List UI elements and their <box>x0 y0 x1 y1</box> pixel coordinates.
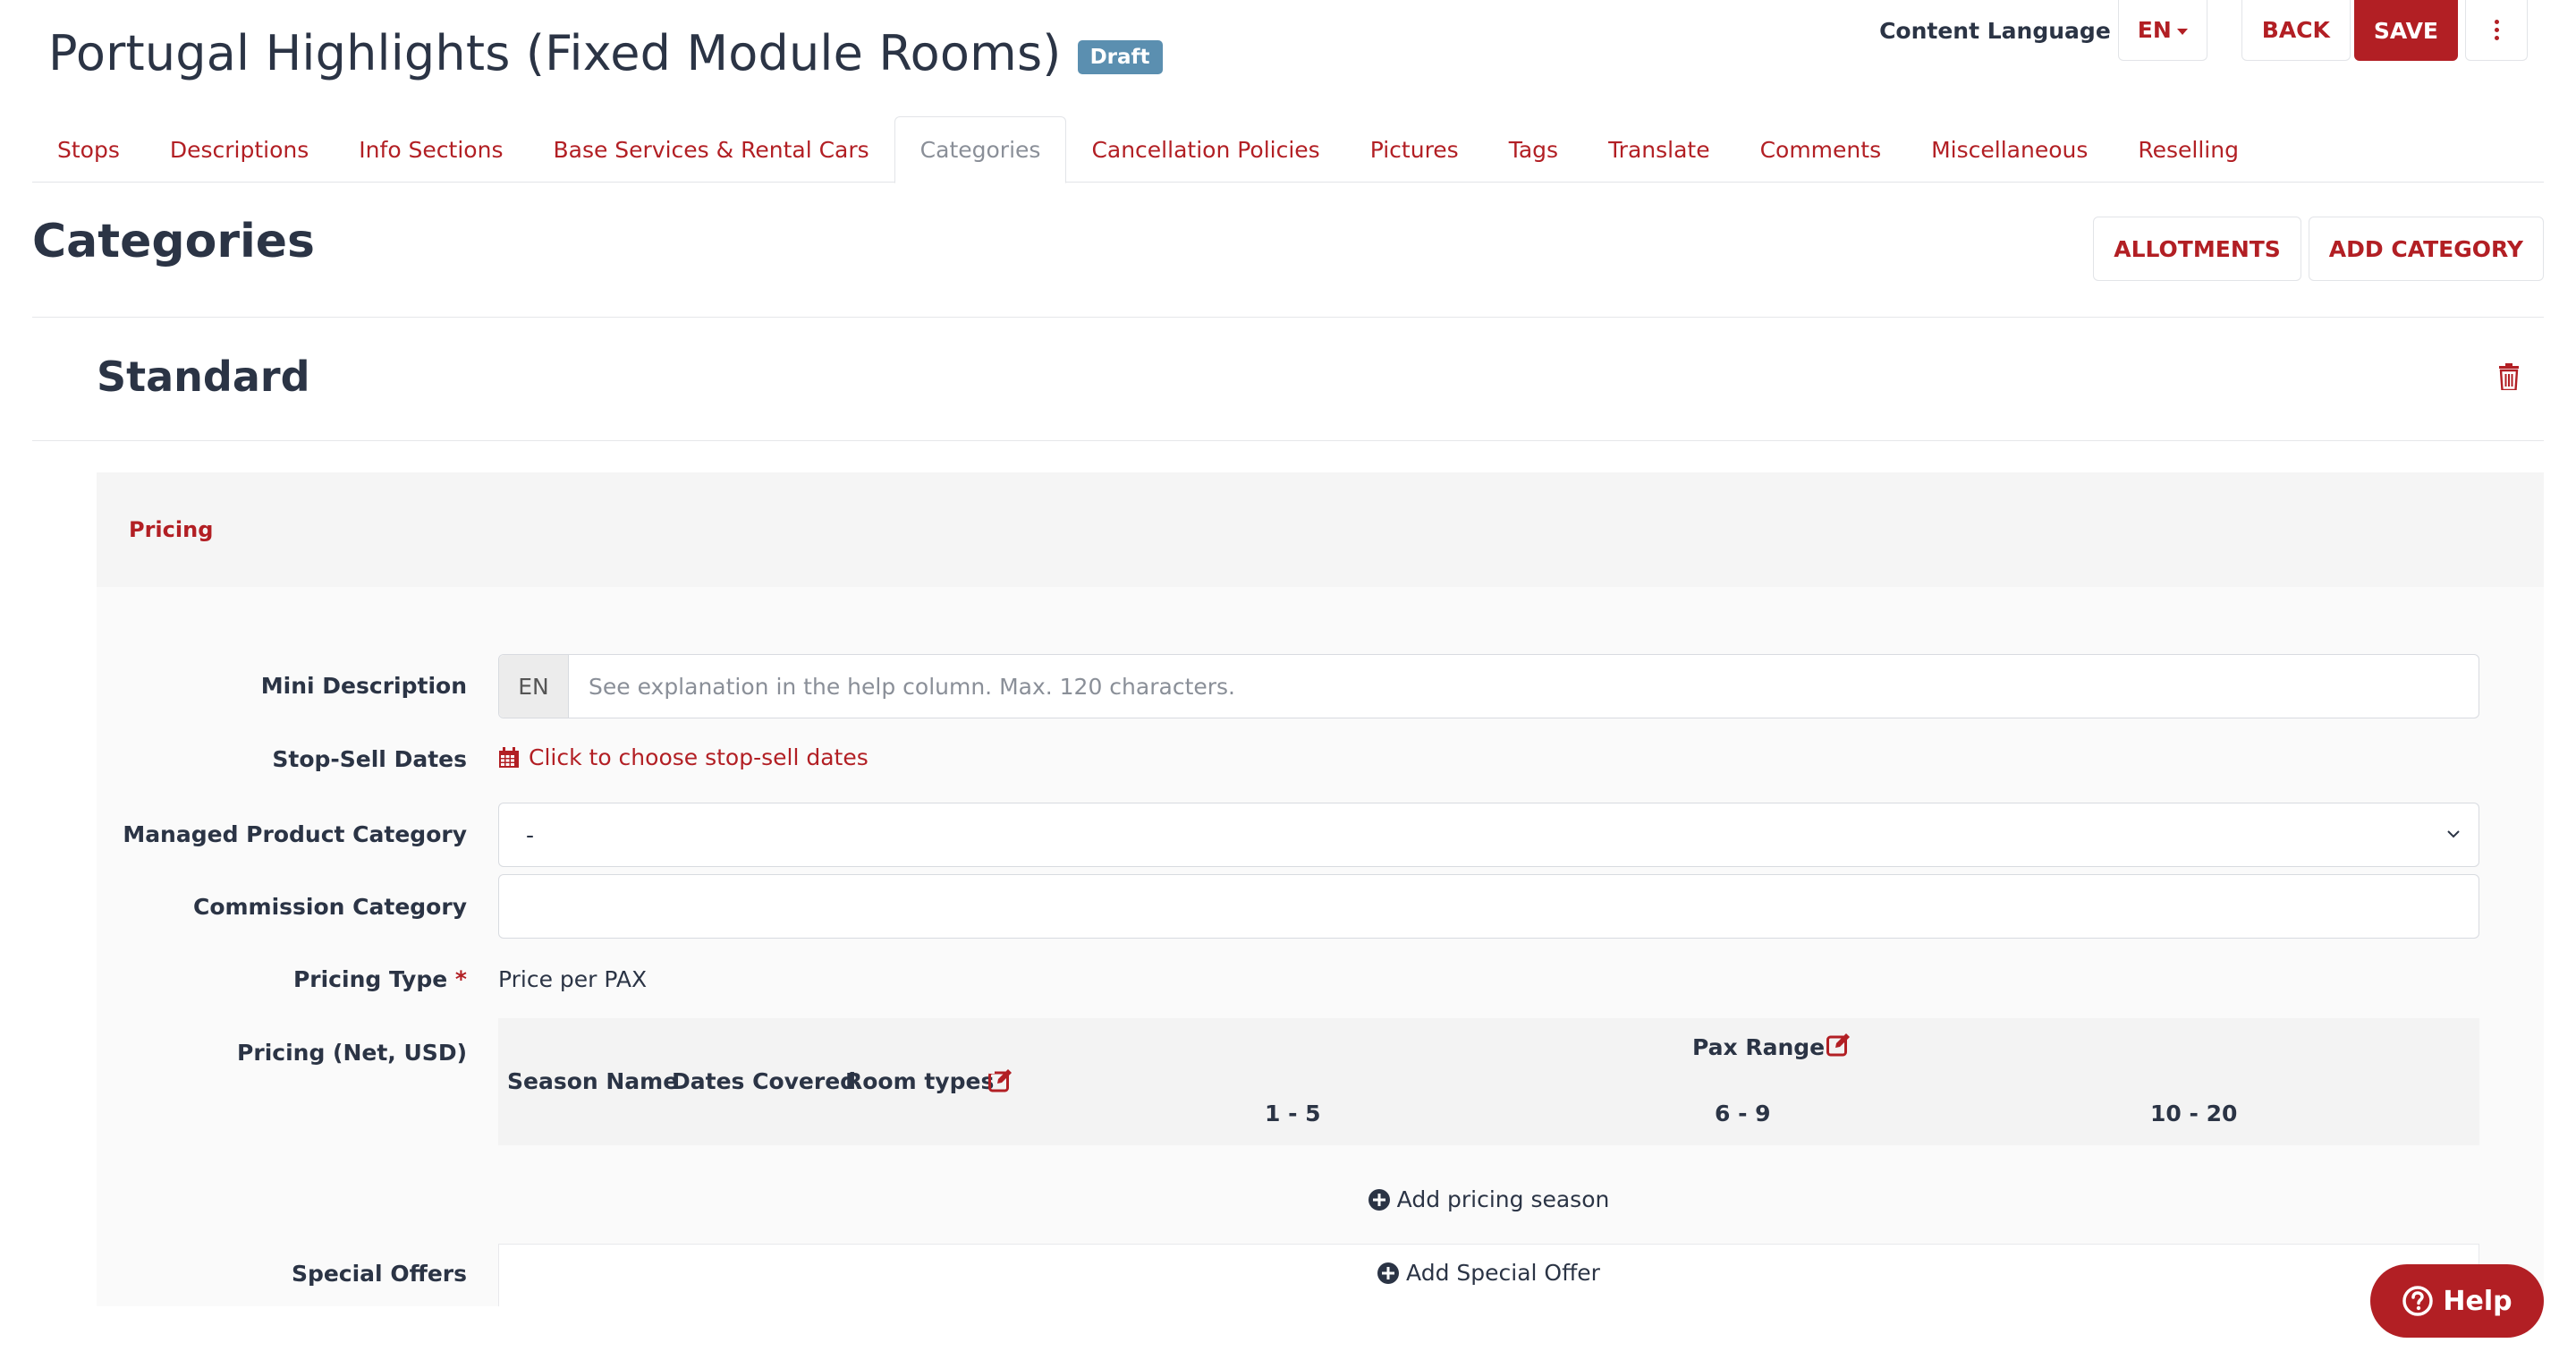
pricing-type-label: Pricing Type * <box>293 966 467 992</box>
pricing-type-label-text: Pricing Type <box>292 966 448 992</box>
save-button[interactable]: SAVE <box>2353 0 2458 61</box>
kebab-icon <box>2494 20 2499 40</box>
caret-down-icon <box>2176 28 2188 35</box>
divider <box>32 440 2544 441</box>
language-value: EN <box>2137 17 2172 43</box>
add-pricing-season-label: Add pricing season <box>1396 1186 1610 1212</box>
language-dropdown[interactable]: EN <box>2117 0 2207 61</box>
add-pricing-season-button[interactable]: Add pricing season <box>498 1186 2479 1212</box>
pax-range-header: Pax Range <box>1692 1034 1826 1060</box>
chevron-down-icon <box>2447 830 2460 838</box>
section-actions: ALLOTMENTS ADD CATEGORY <box>2093 217 2544 281</box>
category-title: Standard <box>97 353 310 401</box>
page-title: Portugal Highlights (Fixed Module Rooms) <box>48 25 1062 81</box>
add-special-offer-button[interactable]: Add Special Offer <box>498 1260 2479 1286</box>
page: Portugal Highlights (Fixed Module Rooms)… <box>0 0 2576 1360</box>
tab-pictures[interactable]: Pictures <box>1345 116 1484 183</box>
back-button[interactable]: BACK <box>2241 0 2351 61</box>
commission-category-input[interactable] <box>498 874 2479 939</box>
divider <box>32 317 2544 318</box>
tab-cancellation-policies[interactable]: Cancellation Policies <box>1066 116 1344 183</box>
pricing-panel-header[interactable]: Pricing <box>97 472 2544 587</box>
column-season-name: Season Name <box>507 1068 679 1094</box>
managed-product-category-label: Managed Product Category <box>123 821 467 847</box>
status-badge: Draft <box>1077 39 1163 74</box>
pricing-table: Season Name Dates Covered Room types Pax… <box>498 1018 2479 1145</box>
tab-comments[interactable]: Comments <box>1735 116 1907 183</box>
add-category-button[interactable]: ADD CATEGORY <box>2308 217 2544 281</box>
language-addon: EN <box>499 655 569 718</box>
column-dates-covered: Dates Covered <box>672 1068 857 1094</box>
help-label: Help <box>2443 1285 2512 1317</box>
managed-product-category-value: - <box>526 821 535 848</box>
plus-circle-icon <box>1368 1188 1390 1211</box>
special-offers-label: Special Offers <box>291 1261 467 1287</box>
more-options-button[interactable] <box>2465 0 2528 61</box>
trash-icon[interactable] <box>2499 363 2519 390</box>
tab-miscellaneous[interactable]: Miscellaneous <box>1906 116 2113 183</box>
pax-range-1: 1 - 5 <box>1265 1101 1321 1126</box>
stop-sell-link[interactable]: Click to choose stop-sell dates <box>498 744 869 770</box>
mini-description-label: Mini Description <box>260 673 467 699</box>
header-actions: Content Language EN BACK SAVE <box>1879 0 2528 61</box>
pricing-net-label: Pricing (Net, USD) <box>237 1040 467 1066</box>
calendar-icon <box>499 746 519 768</box>
section-title: Categories <box>32 215 316 268</box>
tab-categories[interactable]: Categories <box>894 116 1067 183</box>
tab-stops[interactable]: Stops <box>32 116 145 183</box>
column-room-types: Room types <box>845 1068 995 1094</box>
tab-info-sections[interactable]: Info Sections <box>334 116 528 183</box>
question-circle-icon <box>2402 1286 2434 1316</box>
allotments-button[interactable]: ALLOTMENTS <box>2093 217 2301 281</box>
mini-description-input[interactable]: See explanation in the help column. Max.… <box>569 655 2479 718</box>
tab-tags[interactable]: Tags <box>1484 116 1583 183</box>
pricing-type-value: Price per PAX <box>498 966 648 992</box>
required-mark: * <box>454 966 467 992</box>
tab-descriptions[interactable]: Descriptions <box>145 116 334 183</box>
pricing-panel-label: Pricing <box>129 517 214 542</box>
pax-range-3: 10 - 20 <box>2150 1101 2238 1126</box>
pax-range-2: 6 - 9 <box>1715 1101 1771 1126</box>
content-language-label: Content Language <box>1879 17 2111 44</box>
tab-bar: Stops Descriptions Info Sections Base Se… <box>32 116 2544 183</box>
edit-room-types-icon[interactable] <box>988 1068 1013 1093</box>
stop-sell-link-text: Click to choose stop-sell dates <box>529 744 869 770</box>
stop-sell-label: Stop-Sell Dates <box>272 746 467 772</box>
page-bottom-edge <box>0 1342 2576 1360</box>
managed-product-category-select[interactable]: - <box>498 803 2479 867</box>
edit-pax-range-icon[interactable] <box>1826 1033 1852 1058</box>
mini-description-field[interactable]: EN See explanation in the help column. M… <box>498 654 2479 718</box>
plus-circle-icon <box>1377 1262 1400 1284</box>
help-button[interactable]: Help <box>2370 1264 2544 1338</box>
tab-reselling[interactable]: Reselling <box>2113 116 2264 183</box>
add-special-offer-label: Add Special Offer <box>1406 1260 1600 1286</box>
title-row: Portugal Highlights (Fixed Module Rooms)… <box>48 25 1163 81</box>
tab-translate[interactable]: Translate <box>1583 116 1735 183</box>
commission-category-label: Commission Category <box>192 894 467 920</box>
tab-base-services[interactable]: Base Services & Rental Cars <box>528 116 894 183</box>
